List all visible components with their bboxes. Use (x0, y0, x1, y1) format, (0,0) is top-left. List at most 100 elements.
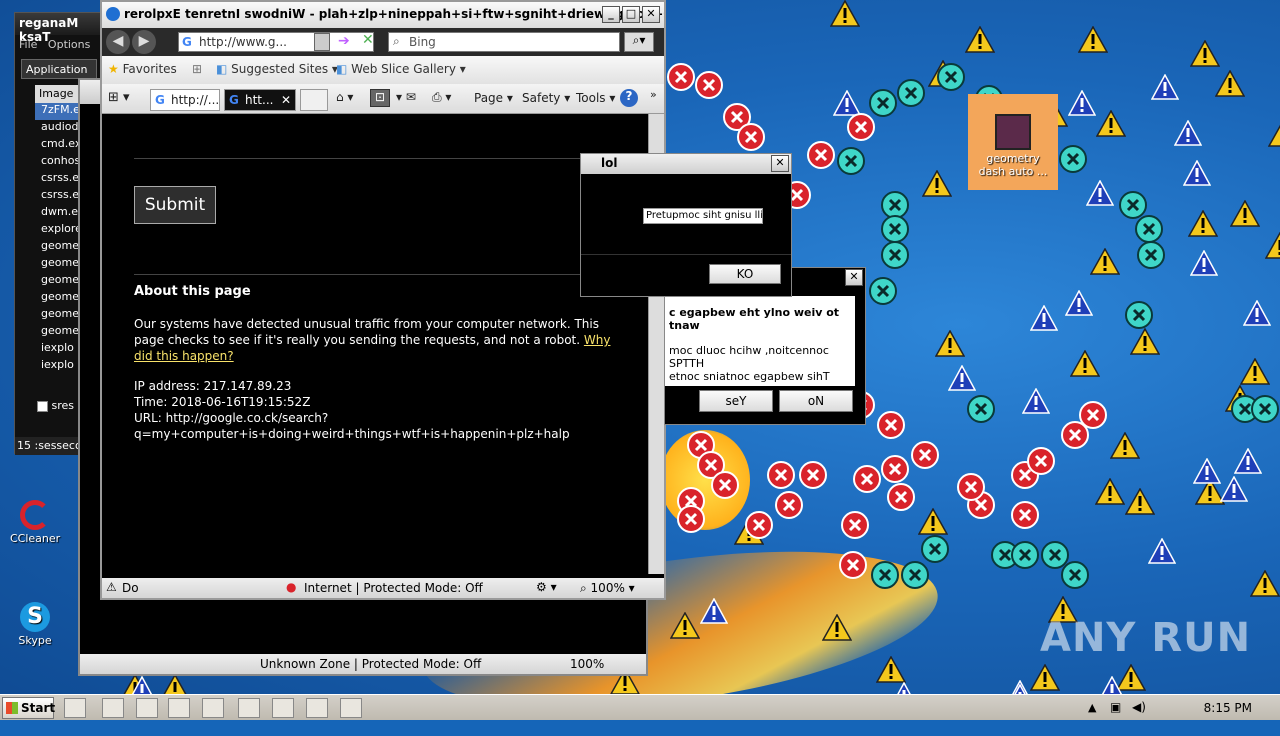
new-tab-button[interactable] (300, 89, 328, 111)
warning-icon (1250, 570, 1280, 600)
info-icon (1022, 388, 1050, 417)
error-icon (1026, 446, 1056, 479)
ccleaner-shortcut[interactable]: CCleaner (10, 500, 60, 545)
teal-error-icon (1058, 144, 1088, 177)
web-slice-label: Web Slice Gallery (351, 62, 456, 76)
lol-ok-button[interactable]: KO (709, 264, 781, 284)
query-line: q=my+computer+is+doing+weird+things+wtf+… (134, 426, 570, 442)
chevron-more-icon[interactable]: » (650, 88, 657, 101)
start-button[interactable]: Start (2, 697, 54, 719)
add-favorites-icon[interactable]: ⊞ (192, 62, 202, 76)
search-placeholder: Bing (409, 35, 436, 49)
ie-navigation-bar: ◀ ▶ G http://www.g... ➔ ✕ ⌕ Bing ⌕▾ (102, 28, 664, 56)
tools-menu[interactable]: Tools ▾ (576, 91, 615, 105)
lol-dialog[interactable]: lol ✕ Pretupmoc siht gnisu llitS KO (580, 153, 792, 297)
taskmgr-taskbar-icon[interactable] (306, 698, 328, 718)
menu-file[interactable]: File (19, 38, 37, 51)
back-button[interactable]: ◀ (106, 30, 130, 54)
protected-mode-icon[interactable]: ⚙ ▾ (536, 580, 557, 594)
system-tray: ▲ ▣ ◀) 8:15 PM (1080, 695, 1280, 721)
zoom-control[interactable]: ⌕ 100% ▾ (580, 581, 635, 596)
warning-icon (1090, 248, 1120, 278)
yes-button[interactable]: seY (699, 390, 773, 412)
app-taskbar-icon[interactable] (340, 698, 362, 718)
tray-expand-icon[interactable]: ▲ (1088, 701, 1096, 714)
chrome-taskbar-icon[interactable] (202, 698, 224, 718)
ie-taskbar-icon[interactable] (64, 698, 86, 718)
stop-icon[interactable]: ✕ (362, 32, 374, 48)
windows-logo-icon (6, 702, 18, 714)
maximize-button[interactable]: □ (622, 6, 640, 23)
search-box[interactable]: ⌕ Bing (388, 32, 620, 52)
home-icon[interactable]: ⌂ ▾ (336, 90, 353, 104)
ie-title-text: rerolpxE tenretnI swodniW - plah+zlp+nin… (124, 7, 664, 21)
ie-back-zoom[interactable]: 100% (570, 657, 604, 671)
info-icon (1190, 250, 1218, 279)
volume-icon[interactable]: ◀) (1132, 700, 1146, 714)
refresh-icon[interactable]: ➔ (338, 33, 350, 49)
tab-2-active[interactable]: G htt... ✕ (224, 89, 296, 111)
close-button[interactable]: ✕ (642, 6, 660, 23)
feeds-icon[interactable]: ⊡ (370, 89, 390, 107)
error-icon (886, 482, 916, 515)
ie-main-window[interactable]: rerolpxE tenretnI swodniW - plah+zlp+nin… (100, 0, 666, 600)
https-dialog-close-button[interactable]: ✕ (845, 269, 863, 286)
info-icon (1086, 180, 1114, 209)
warning-icon (965, 26, 995, 56)
error-icon (852, 464, 882, 497)
safety-menu[interactable]: Safety ▾ (522, 91, 570, 105)
menu-options[interactable]: Options (48, 38, 90, 51)
warning-icon (1188, 210, 1218, 240)
https-dialog-body: c egapbew eht ylno weiv ot tnaw moc dluo… (665, 296, 855, 386)
skype-shortcut[interactable]: S Skype (10, 602, 60, 647)
error-icon (676, 504, 706, 537)
clock[interactable]: 8:15 PM (1204, 701, 1252, 715)
lol-dialog-close-button[interactable]: ✕ (771, 155, 789, 172)
suggested-sites-link[interactable]: ◧ Suggested Sites ▾ (216, 62, 338, 76)
tab-applications[interactable]: Application (21, 59, 97, 79)
7zip-taskbar-icon[interactable] (238, 698, 260, 718)
geometry-dash-shortcut[interactable]: geometry dash auto ... (968, 94, 1058, 190)
opera-taskbar-icon[interactable] (168, 698, 190, 718)
page-menu[interactable]: Page ▾ (474, 91, 513, 105)
column-header-image[interactable]: Image (35, 85, 83, 103)
lol-input[interactable]: Pretupmoc siht gnisu llitS (643, 208, 763, 224)
lol-dialog-titlebar: lol ✕ (581, 154, 791, 174)
no-button[interactable]: oN (779, 390, 853, 412)
compatibility-icon[interactable] (314, 33, 330, 51)
error-icon (774, 490, 804, 523)
teal-error-icon (900, 560, 930, 593)
quick-tabs-icon[interactable]: ⊞ ▾ (108, 90, 130, 105)
forward-button[interactable]: ▶ (132, 30, 156, 54)
error-icon (744, 510, 774, 543)
warning-icon (1240, 358, 1270, 388)
media-taskbar-icon[interactable] (136, 698, 158, 718)
tab-1[interactable]: G http://... (150, 89, 220, 111)
url-line: URL: http://google.co.ck/search? (134, 410, 570, 426)
suggested-sites-label: Suggested Sites (231, 62, 328, 76)
favorites-button[interactable]: ★ Favorites (108, 62, 177, 76)
geometry-dash-icon (995, 114, 1031, 150)
close-tab-icon[interactable]: ✕ (281, 93, 291, 107)
help-icon[interactable]: ? (620, 89, 638, 107)
explorer-taskbar-icon[interactable] (102, 698, 124, 718)
cmd-taskbar-icon[interactable] (272, 698, 294, 718)
read-mail-icon[interactable]: ▾ ✉ (396, 90, 416, 104)
web-slice-gallery-link[interactable]: ◧ Web Slice Gallery ▾ (336, 62, 466, 76)
ie-back-statusbar: Unknown Zone | Protected Mode: Off 100% (80, 654, 646, 674)
warning-icon (1230, 200, 1260, 230)
minimize-button[interactable]: _ (602, 6, 620, 23)
tab-google-icon: G (155, 93, 165, 107)
search-button[interactable]: ⌕▾ (624, 32, 654, 52)
error-icon (736, 122, 766, 155)
lol-dialog-title: lol (601, 156, 617, 170)
teal-error-icon (868, 276, 898, 309)
show-processes-checkbox[interactable]: sres (37, 399, 74, 412)
submit-button[interactable]: Submit (134, 186, 216, 224)
network-icon[interactable]: ▣ (1110, 700, 1121, 714)
zone-text: Internet | Protected Mode: Off (304, 581, 483, 595)
error-icon (840, 510, 870, 543)
warning-icon (1030, 664, 1060, 694)
print-icon[interactable]: ⎙ ▾ (432, 90, 451, 105)
warning-icon (830, 0, 860, 30)
